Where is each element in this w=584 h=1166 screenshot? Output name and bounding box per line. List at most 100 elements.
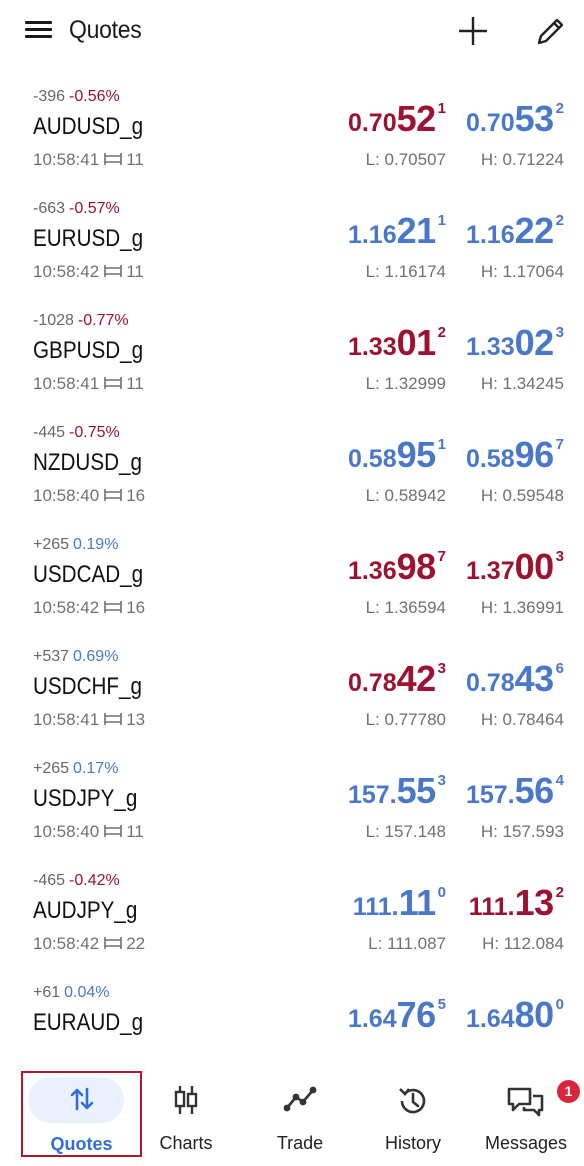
ask-price: 157.56 4	[466, 770, 564, 812]
ask-price-prefix: 0.58	[465, 445, 515, 473]
change-percent: -0.56%	[69, 88, 120, 105]
quote-meta: 10:58:41 11	[33, 374, 144, 394]
pencil-icon[interactable]	[534, 14, 568, 48]
bid-price: 0.7052 1	[348, 98, 446, 140]
low-price: L: 1.16174	[365, 262, 446, 281]
bid-price-prefix: 0.70	[347, 109, 397, 137]
change-points: +265	[33, 536, 70, 553]
bid-price-point: 1	[437, 100, 446, 117]
quote-time: 10:58:42	[33, 598, 100, 617]
bid-price-prefix: 0.58	[347, 445, 397, 473]
bid-price-point: 3	[437, 660, 446, 677]
symbol-name: AUDUSD_g	[33, 113, 144, 140]
plus-icon[interactable]	[456, 14, 490, 48]
daily-change: +265 0.17%	[33, 760, 118, 778]
nav-label-quotes: Quotes	[50, 1134, 113, 1154]
spread-icon	[104, 265, 122, 277]
quote-row[interactable]: -663 -0.57% EURUSD_g 10:58:42 11 1.1621 1 1…	[0, 192, 584, 304]
change-percent: 0.17%	[73, 760, 119, 777]
ask-price-prefix: 157.	[465, 781, 515, 809]
nav-label-charts: Charts	[159, 1133, 213, 1153]
high-price: H: 0.59548	[480, 486, 564, 505]
daily-change: +61 0.04%	[33, 984, 110, 1002]
change-percent: 0.04%	[64, 984, 110, 1001]
ask-price-pips: 22	[514, 210, 555, 251]
symbol-name: USDJPY_g	[33, 785, 138, 812]
ask-price-prefix: 111.	[468, 893, 515, 921]
quote-meta: 10:58:42 16	[33, 598, 145, 618]
ask-price-prefix: 1.33	[465, 333, 515, 361]
ask-price-pips: 80	[514, 994, 555, 1035]
ask-price: 1.3700 3	[466, 546, 564, 588]
top-app-bar: Quotes	[0, 0, 584, 62]
quote-row[interactable]: -445 -0.75% NZDUSD_g 10:58:40 16 0.5895 1 0…	[0, 416, 584, 528]
bid-price-point: 3	[437, 772, 446, 789]
high-price: H: 1.17064	[480, 262, 564, 281]
low-price: L: 111.087	[368, 934, 446, 953]
symbol-name: USDCHF_g	[33, 673, 142, 700]
daily-change: +265 0.19%	[33, 536, 118, 554]
ask-price-point: 7	[555, 436, 564, 453]
change-percent: 0.19%	[73, 536, 119, 553]
candlestick-icon	[174, 1086, 198, 1114]
ask-price-pips: 56	[514, 770, 555, 811]
bid-price-prefix: 1.16	[347, 221, 397, 249]
bid-price-pips: 11	[398, 882, 437, 923]
change-percent: -0.57%	[69, 200, 120, 217]
quote-row[interactable]: -465 -0.42% AUDJPY_g 10:58:42 22 111.11 0 1…	[0, 864, 584, 976]
quote-row[interactable]: +265 0.17% USDJPY_g 10:58:40 11 157.55 3 15…	[0, 752, 584, 864]
nav-label-trade: Trade	[276, 1133, 324, 1153]
change-points: +265	[33, 760, 70, 777]
ask-price-point: 2	[555, 212, 564, 229]
bid-price: 1.1621 1	[348, 210, 446, 252]
spread-icon	[104, 937, 122, 949]
nav-tab-history[interactable]: History	[370, 1072, 456, 1158]
low-price: L: 0.70507	[365, 150, 446, 169]
nav-tab-trade[interactable]: Trade	[260, 1072, 340, 1158]
high-price: H: 112.084	[482, 934, 564, 953]
low-price: L: 1.36594	[365, 598, 446, 617]
history-clock-icon	[399, 1088, 426, 1114]
quote-row[interactable]: +265 0.19% USDCAD_g 10:58:42 16 1.3698 7 1.…	[0, 528, 584, 640]
ask-price-point: 3	[555, 324, 564, 341]
ask-price-point: 2	[555, 100, 564, 117]
bid-price-point: 7	[437, 548, 446, 565]
change-points: -1028	[33, 312, 74, 329]
change-percent: -0.77%	[77, 312, 129, 329]
nav-tab-quotes[interactable]: Quotes	[21, 1071, 142, 1157]
quote-row[interactable]: -1028 -0.77% GBPUSD_g 10:58:41 11 1.3301 2 …	[0, 304, 584, 416]
low-price: L: 0.58942	[365, 486, 446, 505]
high-price: H: 0.78464	[480, 710, 564, 729]
ask-price-point: 2	[555, 884, 564, 901]
high-price: H: 1.34245	[480, 374, 564, 393]
nav-tab-charts[interactable]: Charts	[144, 1072, 228, 1158]
menu-icon[interactable]	[25, 19, 53, 41]
symbol-name: AUDJPY_g	[33, 897, 138, 924]
bid-price: 0.5895 1	[348, 434, 446, 476]
ask-price-pips: 13	[514, 882, 555, 923]
ask-price: 111.13 2	[469, 882, 564, 924]
ask-price: 1.3302 3	[466, 322, 564, 364]
daily-change: +537 0.69%	[33, 648, 118, 666]
change-points: -663	[33, 200, 66, 217]
bid-price: 0.7842 3	[348, 658, 446, 700]
trend-line-icon	[283, 1086, 317, 1112]
bottom-navigation: Quotes Charts Trade History 1 Messages	[0, 1066, 584, 1166]
nav-label-history: History	[384, 1133, 441, 1153]
spread-value: 11	[126, 374, 144, 393]
ask-price: 1.6480 0	[466, 994, 564, 1036]
nav-tab-messages[interactable]: 1 Messages	[474, 1072, 580, 1158]
nav-label-messages: Messages	[484, 1133, 568, 1153]
change-percent: 0.69%	[73, 648, 119, 665]
change-points: +61	[33, 984, 61, 1001]
low-price: L: 1.32999	[365, 374, 446, 393]
bid-price-pips: 98	[396, 546, 437, 587]
spread-value: 11	[126, 150, 144, 169]
quote-row[interactable]: +537 0.69% USDCHF_g 10:58:41 13 0.7842 3 0.…	[0, 640, 584, 752]
quote-meta: 10:58:42 11	[33, 262, 144, 282]
change-percent: -0.42%	[69, 872, 120, 889]
bid-price: 1.6476 5	[348, 994, 446, 1036]
ask-price-prefix: 0.70	[465, 109, 515, 137]
bid-price-pips: 55	[396, 770, 437, 811]
quote-row[interactable]: -396 -0.56% AUDUSD_g 10:58:41 11 0.7052 1 0…	[0, 80, 584, 192]
